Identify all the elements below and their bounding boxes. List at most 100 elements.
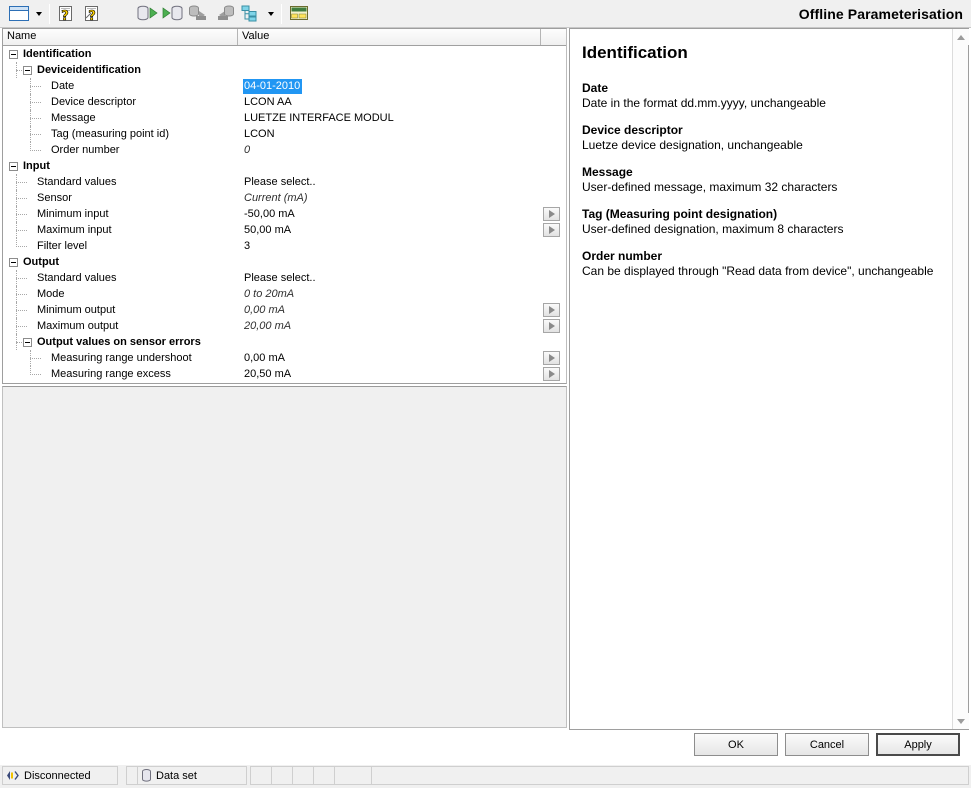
table-row[interactable]: Tag (measuring point id) LCON xyxy=(3,126,566,142)
row-name-cell: Input xyxy=(3,158,238,174)
row-value-cell[interactable] xyxy=(239,46,540,62)
read-from-device-button[interactable] xyxy=(135,2,159,25)
tree-connector-horizontal xyxy=(16,70,22,71)
table-row[interactable]: Output xyxy=(3,254,566,270)
row-value-cell[interactable]: 3 xyxy=(239,238,540,254)
row-value-cell[interactable]: 50,00 mA xyxy=(239,222,540,238)
tree-expander-toggle[interactable] xyxy=(23,66,32,75)
write-to-device-button[interactable] xyxy=(161,2,185,25)
table-row[interactable]: Minimum input -50,00 mA xyxy=(3,206,566,222)
row-value-cell[interactable]: 04-01-2010 xyxy=(239,78,540,94)
row-value-cell[interactable] xyxy=(239,62,540,78)
scroll-down-button[interactable] xyxy=(953,713,969,729)
row-apply-value-button[interactable] xyxy=(543,303,560,317)
table-row[interactable]: Output values on sensor errors xyxy=(3,334,566,350)
triangle-right-icon xyxy=(548,210,555,218)
tree-connector-horizontal xyxy=(30,102,41,103)
row-label: Sensor xyxy=(37,192,72,204)
tree-connector-horizontal xyxy=(30,134,41,135)
row-value-cell[interactable] xyxy=(239,334,540,350)
new-document-dropdown[interactable] xyxy=(32,2,45,25)
table-row[interactable]: Order number 0 xyxy=(3,142,566,158)
row-value-cell[interactable]: 20,00 mA xyxy=(239,318,540,334)
table-row[interactable]: Input xyxy=(3,158,566,174)
tree-indent: Output values on sensor errors xyxy=(5,334,201,350)
row-apply-value-button[interactable] xyxy=(543,207,560,221)
tree-indent: Maximum output xyxy=(5,318,118,334)
status-panel-5 xyxy=(271,766,293,785)
status-panel-message xyxy=(371,766,969,785)
table-row[interactable]: Maximum input 50,00 mA xyxy=(3,222,566,238)
row-apply-value-button[interactable] xyxy=(543,319,560,333)
table-row[interactable]: Standard values Please select.. xyxy=(3,270,566,286)
save-to-disk-button[interactable] xyxy=(213,2,237,25)
connection-icon xyxy=(6,770,20,781)
row-value-cell[interactable] xyxy=(239,254,540,270)
table-row[interactable]: Deviceidentification xyxy=(3,62,566,78)
ok-button[interactable]: OK xyxy=(694,733,778,756)
row-value-cell[interactable]: 0,00 mA xyxy=(239,302,540,318)
row-value-cell[interactable]: LCON AA xyxy=(239,94,540,110)
row-value-cell[interactable]: Current (mA) xyxy=(239,190,540,206)
cancel-button[interactable]: Cancel xyxy=(785,733,869,756)
tree-expander-toggle[interactable] xyxy=(9,258,18,267)
dtm-help-button[interactable]: ? xyxy=(81,2,105,25)
row-apply-value-button[interactable] xyxy=(543,223,560,237)
help-title: Identification xyxy=(582,43,688,62)
table-row[interactable]: Maximum output 20,00 mA xyxy=(3,318,566,334)
tree-expander-toggle[interactable] xyxy=(9,162,18,171)
tree-indent: Filter level xyxy=(5,238,87,254)
help-scrollbar[interactable] xyxy=(952,29,969,729)
row-value-cell[interactable]: LUETZE INTERFACE MODUL xyxy=(239,110,540,126)
table-row[interactable]: Filter level 3 xyxy=(3,238,566,254)
row-name-cell: Standard values xyxy=(3,270,238,286)
triangle-down-icon xyxy=(957,718,965,724)
table-row[interactable]: Message LUETZE INTERFACE MODUL xyxy=(3,110,566,126)
dataset-label: Data set xyxy=(156,769,197,782)
table-row[interactable]: Measuring range excess 20,50 mA xyxy=(3,366,566,382)
table-row[interactable]: Minimum output 0,00 mA xyxy=(3,302,566,318)
new-document-button[interactable] xyxy=(7,2,31,25)
grid-header-row: Name Value xyxy=(3,29,566,46)
table-row[interactable]: Mode 0 to 20mA xyxy=(3,286,566,302)
table-row[interactable]: Measuring range undershoot 0,00 mA xyxy=(3,350,566,366)
row-value-cell[interactable] xyxy=(239,158,540,174)
row-label: Measuring range undershoot xyxy=(51,352,192,364)
row-value-cell[interactable]: 0,00 mA xyxy=(239,350,540,366)
tree-indent: Minimum input xyxy=(5,206,109,222)
triangle-right-icon xyxy=(548,306,555,314)
column-header-value[interactable]: Value xyxy=(238,29,541,45)
row-value-cell[interactable]: 20,50 mA xyxy=(239,366,540,382)
row-label: Standard values xyxy=(37,176,117,188)
table-row[interactable]: Device descriptor LCON AA xyxy=(3,94,566,110)
row-label: Device descriptor xyxy=(51,96,136,108)
row-value-cell[interactable]: 0 xyxy=(239,142,540,158)
scroll-up-button[interactable] xyxy=(953,29,969,45)
apply-button[interactable]: Apply xyxy=(876,733,960,756)
help-entry-description: User-defined designation, maximum 8 char… xyxy=(582,222,844,236)
row-apply-value-button[interactable] xyxy=(543,351,560,365)
tree-indent: Deviceidentification xyxy=(5,62,141,78)
row-value-cell[interactable]: Please select.. xyxy=(239,270,540,286)
tree-expander-toggle[interactable] xyxy=(23,338,32,347)
row-value-cell[interactable]: LCON xyxy=(239,126,540,142)
row-value-cell[interactable]: Please select.. xyxy=(239,174,540,190)
table-row[interactable]: Identification xyxy=(3,46,566,62)
device-help-button[interactable]: ? xyxy=(55,2,79,25)
table-row[interactable]: Standard values Please select.. xyxy=(3,174,566,190)
row-value-cell[interactable]: -50,00 mA xyxy=(239,206,540,222)
tree-expander-toggle[interactable] xyxy=(9,50,18,59)
tree-connector-horizontal xyxy=(16,246,27,247)
column-header-name[interactable]: Name xyxy=(3,29,238,45)
row-name-cell: Filter level xyxy=(3,238,238,254)
help-entry: Tag (Measuring point designation) User-de… xyxy=(582,207,940,237)
topology-button[interactable] xyxy=(239,2,263,25)
export-button[interactable] xyxy=(287,2,311,25)
table-row[interactable]: Sensor Current (mA) xyxy=(3,190,566,206)
topology-dropdown[interactable] xyxy=(264,2,277,25)
load-from-disk-button[interactable] xyxy=(187,2,211,25)
table-row[interactable]: Date 04-01-2010 xyxy=(3,78,566,94)
tree-indent: Identification xyxy=(5,46,91,62)
row-apply-value-button[interactable] xyxy=(543,367,560,381)
row-value-cell[interactable]: 0 to 20mA xyxy=(239,286,540,302)
